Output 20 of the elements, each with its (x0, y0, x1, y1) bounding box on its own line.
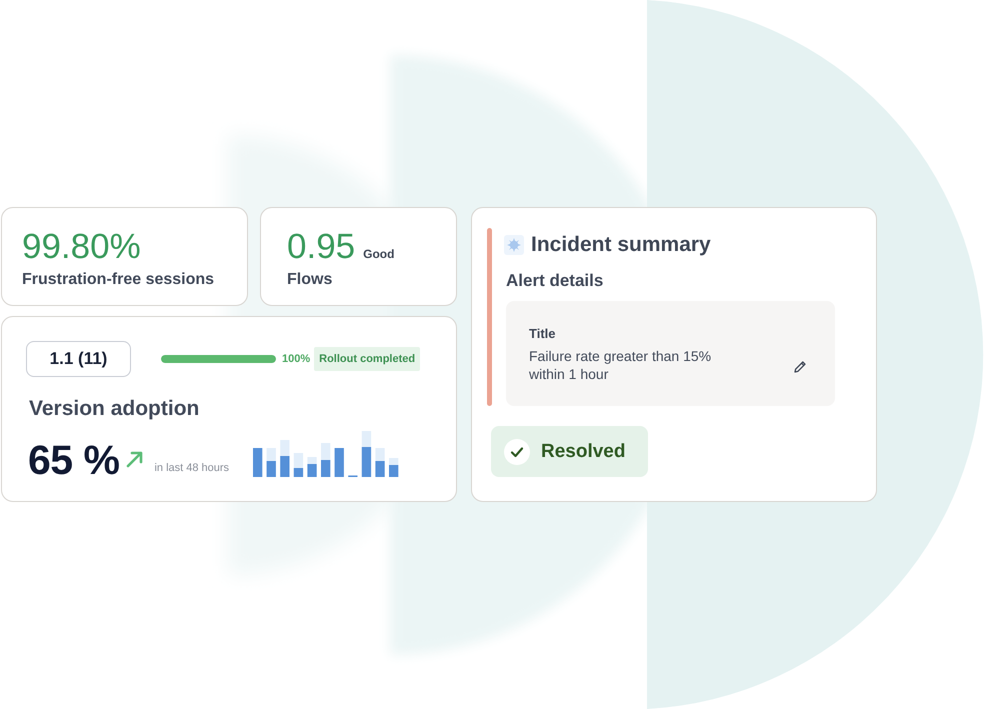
arrow-up-right-icon (126, 450, 144, 468)
field-value: Failure rate greater than 15% within 1 hour (529, 347, 712, 383)
adoption-value: 65 % (28, 438, 120, 482)
field-label: Title (529, 326, 556, 341)
rollout-status-tag: Rollout completed (314, 347, 420, 371)
metric-rating: Good (363, 247, 394, 261)
pencil-icon[interactable] (793, 360, 807, 374)
sun-icon (504, 235, 524, 255)
progress-percent: 100% (282, 353, 310, 365)
period-label: in last 48 hours (154, 462, 230, 474)
card-title: Incident summary (531, 233, 711, 257)
metric-label: Flows (287, 271, 334, 289)
metric-value: 0.95 (287, 227, 356, 267)
check-icon (504, 438, 530, 464)
status-label: Resolved (541, 440, 626, 462)
section-title: Alert details (506, 271, 604, 291)
card-title: Version adoption (29, 397, 200, 421)
version-pill: 1.1 (11) (26, 341, 131, 377)
metric-label: Frustration-free sessions (22, 271, 216, 289)
metric-value: 99.80% (22, 227, 141, 267)
